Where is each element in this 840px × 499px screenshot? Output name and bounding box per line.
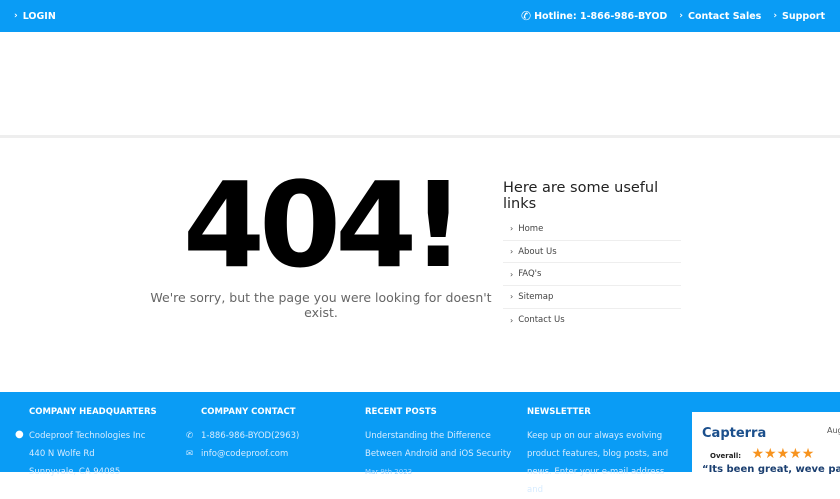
chevron-right-icon: › xyxy=(679,11,683,21)
useful-links: Here are some useful links › Home › About … xyxy=(503,180,681,331)
chevron-right-icon: › xyxy=(14,11,18,21)
star-icon: ★ xyxy=(751,446,765,462)
chevron-right-icon: › xyxy=(510,315,514,325)
location-pin-icon: ● xyxy=(15,429,24,440)
email-link[interactable]: info@codeproof.com xyxy=(201,449,288,459)
chevron-right-icon: › xyxy=(510,292,514,302)
phone-icon: ✆ xyxy=(186,431,194,441)
star-icon: ★ xyxy=(764,446,777,462)
contact-sales-link[interactable]: › Contact Sales xyxy=(679,11,761,22)
link-faqs[interactable]: › FAQ's xyxy=(503,263,681,287)
chevron-right-icon: › xyxy=(773,11,778,21)
login-link[interactable]: › LOGIN xyxy=(14,11,56,22)
mail-icon: ✉ xyxy=(186,449,194,459)
review-quote: “Its been great, weve paid xyxy=(702,464,840,475)
footer-newsletter: NEWSLETTER Keep up on our always evolvin… xyxy=(527,407,669,495)
link-home[interactable]: › Home xyxy=(503,218,681,241)
chevron-right-icon: › xyxy=(510,247,514,257)
hotline-link[interactable]: ✆ Hotline: 1-866-986-BYOD xyxy=(521,9,667,23)
header xyxy=(0,32,840,138)
star-icon: ★ xyxy=(801,446,815,462)
footer-contact: COMPANY CONTACT ✆ 1-886-986-BYOD(2963) ✉ i… xyxy=(186,407,299,463)
footer-hq: COMPANY HEADQUARTERS ● Codeproof Technol… xyxy=(15,407,157,477)
star-icon: ★ xyxy=(776,446,790,462)
phone-icon: ✆ xyxy=(521,9,532,23)
capterra-logo: Capterra xyxy=(702,426,767,441)
footer-posts: RECENT POSTS Understanding the Differenc… xyxy=(365,407,515,481)
chevron-right-icon: › xyxy=(510,269,514,279)
rating-stars: ★★★★★ xyxy=(751,446,814,462)
top-bar: › LOGIN ✆ Hotline: 1-866-986-BYOD › Contact… xyxy=(0,0,840,32)
phone-link[interactable]: 1-886-986-BYOD(2963) xyxy=(201,431,299,441)
footer: COMPANY HEADQUARTERS ● Codeproof Technol… xyxy=(0,392,840,495)
link-sitemap[interactable]: › Sitemap xyxy=(503,286,681,309)
error-code: 404! xyxy=(182,156,465,294)
post-link[interactable]: Understanding the Difference Between And… xyxy=(365,427,515,463)
link-about-us[interactable]: › About Us xyxy=(503,241,681,264)
chevron-right-icon: › xyxy=(510,224,514,234)
links-title: Here are some useful links xyxy=(503,180,659,212)
link-contact-us[interactable]: › Contact Us xyxy=(503,309,681,332)
star-icon: ★ xyxy=(789,446,802,462)
error-message: We're sorry, but the page you were looki… xyxy=(150,290,492,320)
support-link[interactable]: › Support xyxy=(773,11,825,22)
